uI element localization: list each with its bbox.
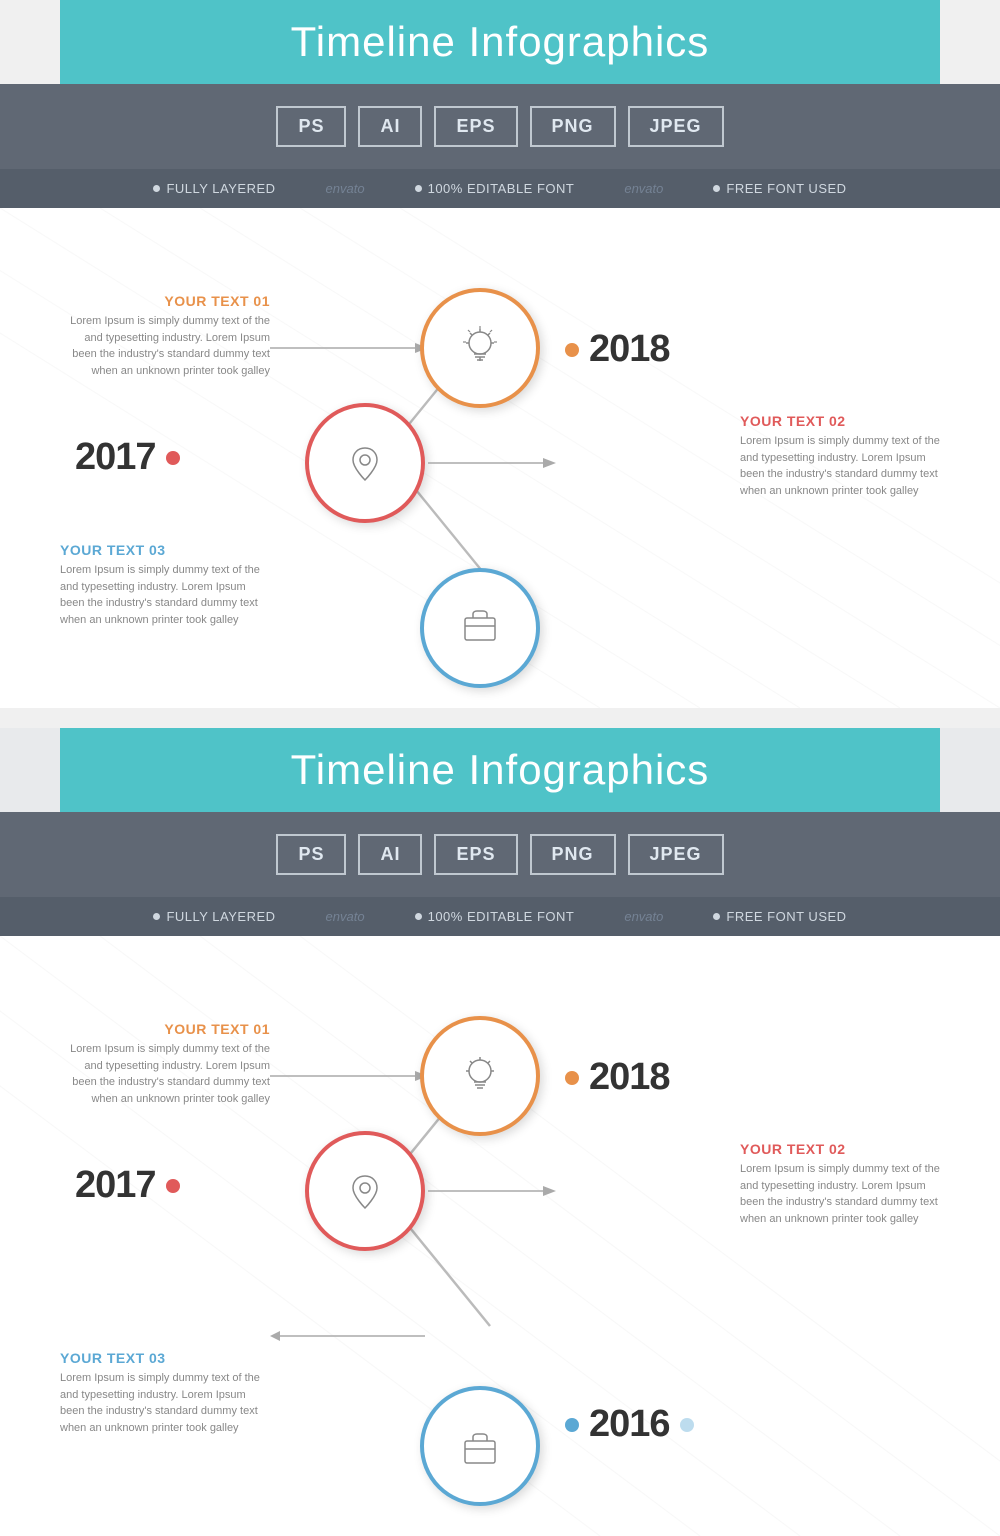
timeline2-circle-1 <box>420 1016 540 1136</box>
location-pin-icon <box>340 438 390 488</box>
lightbulb-icon-2 <box>455 1051 505 1101</box>
feature-dot-2 <box>415 185 422 192</box>
features-bar-2: FULLY LAYERED envato 100% EDITABLE FONT … <box>0 897 1000 936</box>
feature2-fully-layered: FULLY LAYERED <box>153 909 275 924</box>
feature-editable-font: 100% EDITABLE FONT <box>415 181 575 196</box>
timeline-circle-2 <box>305 403 425 523</box>
format2-eps: EPS <box>434 834 517 875</box>
format-ai: AI <box>358 106 422 147</box>
envato-logo-2: envato <box>624 181 663 196</box>
timeline-section-2: YOUR TEXT 01 Lorem Ipsum is simply dummy… <box>0 936 1000 1536</box>
timeline2-item3-text: YOUR TEXT 03 Lorem Ipsum is simply dummy… <box>60 1350 260 1436</box>
timeline2-item1-text: YOUR TEXT 01 Lorem Ipsum is simply dummy… <box>60 1021 270 1107</box>
year-label-2017: 2017 <box>75 436 156 479</box>
main-title-2: Timeline Infographics <box>60 746 940 794</box>
format-bar-2: PS AI EPS PNG JPEG <box>0 812 1000 897</box>
item22-desc: Lorem Ipsum is simply dummy text of the … <box>740 1161 950 1227</box>
item3-title: YOUR TEXT 03 <box>60 542 270 558</box>
item22-arrow <box>428 1181 558 1201</box>
year-label2-2018: 2018 <box>589 1056 670 1099</box>
features-bar-1: FULLY LAYERED envato 100% EDITABLE FONT … <box>0 169 1000 208</box>
item23-desc: Lorem Ipsum is simply dummy text of the … <box>60 1370 260 1436</box>
format2-ps: PS <box>276 834 346 875</box>
timeline-circle-1 <box>420 288 540 408</box>
item1-desc: Lorem Ipsum is simply dummy text of the … <box>60 313 270 379</box>
timeline-item1-text: YOUR TEXT 01 Lorem Ipsum is simply dummy… <box>60 293 270 379</box>
section-2: Timeline Infographics PS AI EPS PNG JPEG… <box>0 728 1000 1536</box>
year-label2-2016: 2016 <box>589 1403 670 1446</box>
year-dot-orange <box>565 343 579 357</box>
format2-jpeg: JPEG <box>628 834 724 875</box>
feature2-editable-font: 100% EDITABLE FONT <box>415 909 575 924</box>
timeline-wrapper-1: YOUR TEXT 01 Lorem Ipsum is simply dummy… <box>0 248 1000 648</box>
briefcase-icon-2 <box>455 1421 505 1471</box>
location-pin-icon-2 <box>340 1166 390 1216</box>
item21-arrow <box>270 1066 430 1086</box>
year2-2017: 2017 <box>75 1164 180 1207</box>
format2-ai: AI <box>358 834 422 875</box>
header-banner-1: Timeline Infographics <box>60 0 940 84</box>
format-bar-1: PS AI EPS PNG JPEG <box>0 84 1000 169</box>
item3-desc: Lorem Ipsum is simply dummy text of the … <box>60 562 270 628</box>
feature-fully-layered: FULLY LAYERED <box>153 181 275 196</box>
format-ps: PS <box>276 106 346 147</box>
main-title-1: Timeline Infographics <box>60 18 940 66</box>
timeline-item2-text: YOUR TEXT 02 Lorem Ipsum is simply dummy… <box>740 413 950 499</box>
item21-title: YOUR TEXT 01 <box>60 1021 270 1037</box>
feature-dot2-1 <box>153 913 160 920</box>
format-png: PNG <box>530 106 616 147</box>
year-dot2-blue2 <box>680 1418 694 1432</box>
year2-2016: 2016 <box>565 1403 694 1446</box>
item2-title: YOUR TEXT 02 <box>740 413 950 429</box>
feature2-free-font: FREE FONT USED <box>713 909 846 924</box>
item1-title: YOUR TEXT 01 <box>60 293 270 309</box>
timeline2-circle-2 <box>305 1131 425 1251</box>
timeline-wrapper-2: YOUR TEXT 01 Lorem Ipsum is simply dummy… <box>0 976 1000 1476</box>
year-dot2-blue <box>565 1418 579 1432</box>
envato-logo-3: envato <box>326 909 365 924</box>
year-dot2-orange <box>565 1071 579 1085</box>
year2-2018: 2018 <box>565 1056 670 1099</box>
feature-dot2-2 <box>415 913 422 920</box>
feature-dot2-3 <box>713 913 720 920</box>
item1-arrow <box>270 338 430 358</box>
year-2017: 2017 <box>75 436 180 479</box>
item2-desc: Lorem Ipsum is simply dummy text of the … <box>740 433 950 499</box>
item2-arrow <box>428 453 558 473</box>
feature-dot-3 <box>713 185 720 192</box>
format2-png: PNG <box>530 834 616 875</box>
year-dot2-red <box>166 1179 180 1193</box>
format-jpeg: JPEG <box>628 106 724 147</box>
timeline-section-1: YOUR TEXT 01 Lorem Ipsum is simply dummy… <box>0 208 1000 708</box>
timeline2-circle-3 <box>420 1386 540 1506</box>
envato-logo-4: envato <box>624 909 663 924</box>
feature-free-font: FREE FONT USED <box>713 181 846 196</box>
feature-dot-1 <box>153 185 160 192</box>
year-dot-red <box>166 451 180 465</box>
item22-title: YOUR TEXT 02 <box>740 1141 950 1157</box>
year-label2-2017: 2017 <box>75 1164 156 1207</box>
item21-desc: Lorem Ipsum is simply dummy text of the … <box>60 1041 270 1107</box>
year-label-2018: 2018 <box>589 328 670 371</box>
item23-arrow <box>270 1326 425 1346</box>
timeline-circle-3 <box>420 568 540 688</box>
year-2018: 2018 <box>565 328 670 371</box>
timeline2-item2-text: YOUR TEXT 02 Lorem Ipsum is simply dummy… <box>740 1141 950 1227</box>
header-banner-2: Timeline Infographics <box>60 728 940 812</box>
envato-logo-1: envato <box>326 181 365 196</box>
timeline-item3-text: YOUR TEXT 03 Lorem Ipsum is simply dummy… <box>60 542 270 628</box>
item23-title: YOUR TEXT 03 <box>60 1350 260 1366</box>
section-1: Timeline Infographics PS AI EPS PNG JPEG… <box>0 0 1000 708</box>
briefcase-icon <box>455 598 505 648</box>
lightbulb-icon <box>455 323 505 373</box>
format-eps: EPS <box>434 106 517 147</box>
